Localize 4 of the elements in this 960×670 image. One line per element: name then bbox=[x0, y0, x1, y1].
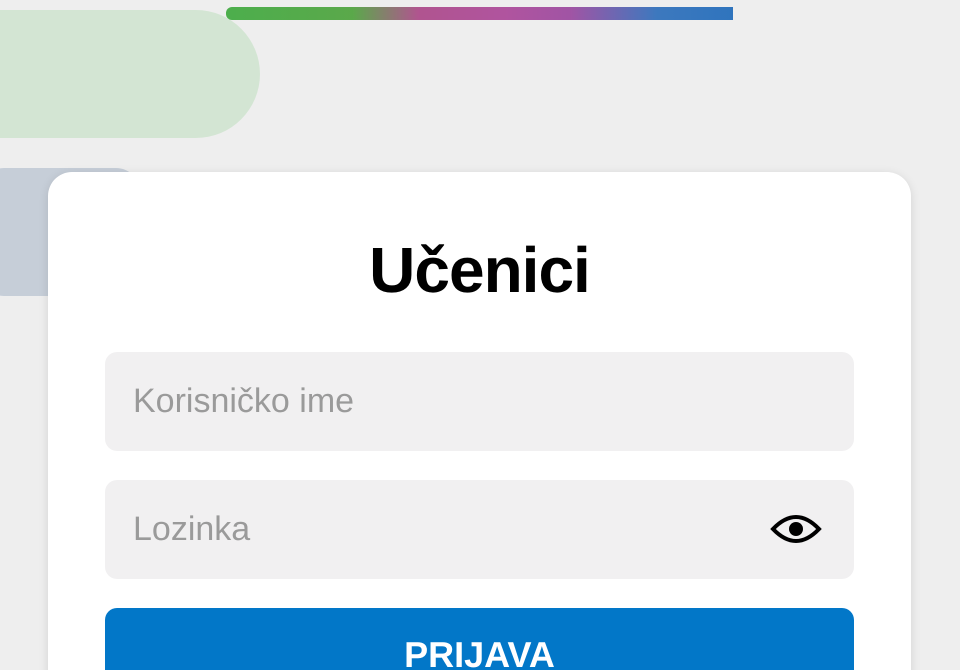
input-field[interactable]: Korisničko ime bbox=[105, 352, 854, 451]
input-field[interactable]: Lozinka bbox=[105, 480, 854, 579]
login-title: Učenici bbox=[369, 233, 590, 308]
login-button[interactable]: PRIJAVA bbox=[105, 608, 854, 670]
